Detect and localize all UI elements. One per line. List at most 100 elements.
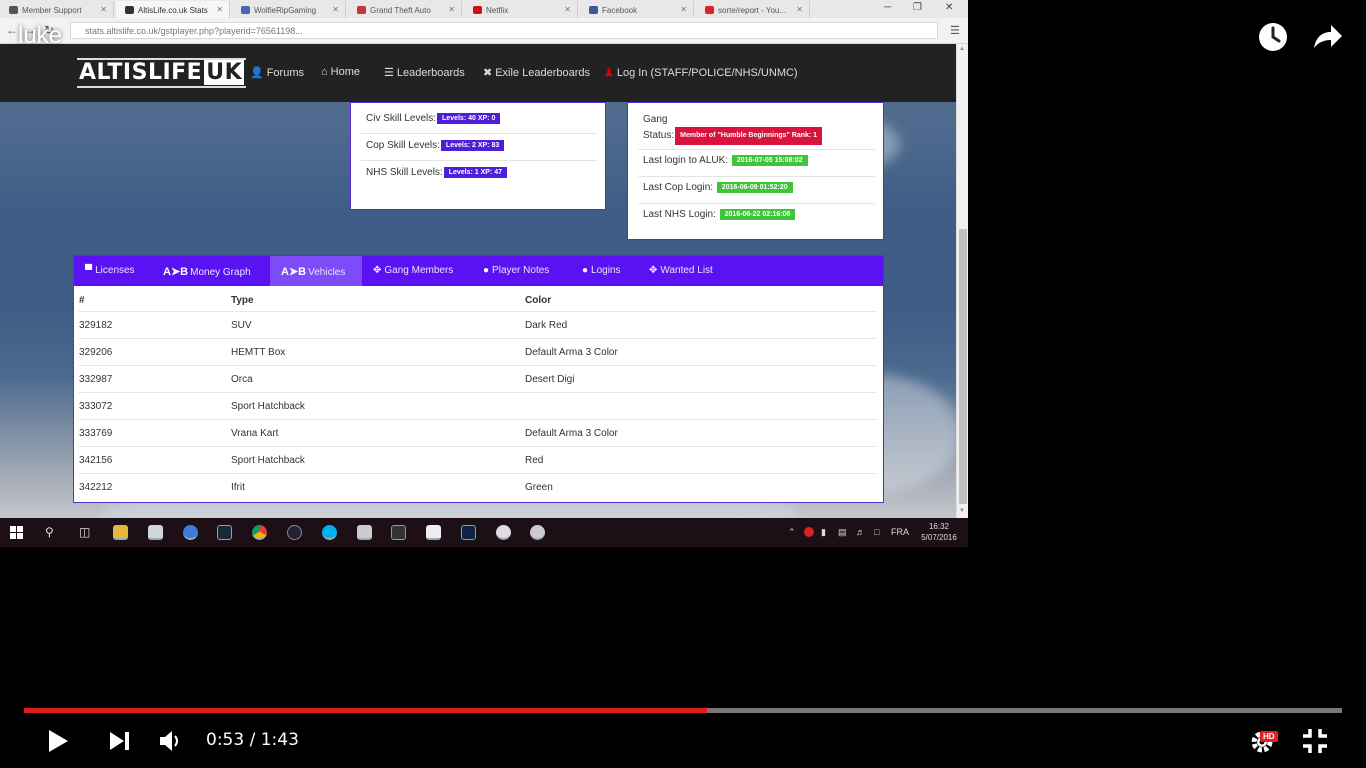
tab-logins[interactable]: ● Logins — [571, 256, 638, 286]
nav-link-log[interactable]: ♟ Log In (STAFF/POLICE/NHS/UNMC) — [604, 66, 798, 79]
window-close-icon[interactable]: ✕ — [945, 2, 953, 13]
nav-link-label: Log In (STAFF/POLICE/NHS/UNMC) — [616, 67, 798, 79]
table-row[interactable]: 329182 SUV Dark Red — [78, 311, 877, 338]
tab-close-icon[interactable]: ✕ — [680, 5, 687, 14]
tab-close-icon[interactable]: ✕ — [100, 5, 107, 14]
table-row[interactable]: 342156 Sport Hatchback Red — [78, 446, 877, 473]
window-minimize-icon[interactable]: ─ — [884, 2, 891, 13]
browser-tab-label: Grand Theft Auto — [370, 6, 431, 15]
watch-later-icon[interactable] — [1256, 20, 1290, 54]
back-icon[interactable]: ← — [6, 23, 18, 37]
nav-link-leaderboards[interactable]: ☰ Leaderboards — [384, 66, 465, 79]
video-progress-bar[interactable] — [24, 708, 1342, 713]
notifications-icon[interactable]: □ — [874, 527, 879, 537]
tab-licenses[interactable]: ▀ Licenses — [74, 256, 152, 286]
table-row[interactable]: 333769 Vrana Kart Default Arma 3 Color — [78, 419, 877, 446]
url-field[interactable]: stats.altislife.co.uk/gstplayer.php?play… — [70, 22, 938, 39]
tab-close-icon[interactable]: ✕ — [332, 5, 339, 14]
browser-tab[interactable]: Netflix ✕ — [464, 1, 578, 18]
duration: 1:43 — [260, 730, 299, 750]
network-app-icon[interactable] — [148, 525, 163, 540]
app-icon[interactable] — [183, 525, 198, 540]
language-indicator[interactable]: FRA — [891, 527, 909, 537]
site-logo[interactable]: ALTISLIFE UK — [77, 58, 247, 88]
app-icon[interactable] — [391, 525, 406, 540]
nhs-skill-label: NHS Skill Levels: — [366, 167, 443, 178]
table-row[interactable]: 332987 Orca Desert Digi — [78, 365, 877, 392]
tab-gang-members[interactable]: ✥ Gang Members — [362, 256, 472, 286]
tray-expand-icon[interactable]: ⌃ — [788, 527, 796, 538]
browser-tab[interactable]: sorte/report - You... ✕ — [696, 1, 810, 18]
vehicle-id-cell: 342212 — [79, 482, 113, 493]
browser-menu-icon[interactable]: ☰ — [950, 24, 960, 37]
tab-player-notes[interactable]: ● Player Notes — [472, 256, 571, 286]
last-cop-login-label: Last Cop Login: — [643, 182, 714, 193]
tab-close-icon[interactable]: ✕ — [564, 5, 571, 14]
tab-money-graph[interactable]: A➤B Money Graph — [152, 256, 270, 286]
next-icon[interactable] — [109, 731, 131, 751]
nav-link-exile[interactable]: ✖ Exile Leaderboards — [483, 66, 590, 79]
video-player[interactable]: Member Support ✕ AltisLife.co.uk Stats ✕ Wol… — [0, 0, 1366, 768]
table-row[interactable]: 329206 HEMTT Box Default Arma 3 Color — [78, 338, 877, 365]
video-progress-played — [24, 708, 707, 713]
nav-link-label: Forums — [266, 67, 304, 79]
volume-icon[interactable] — [158, 729, 184, 753]
tab-favicon-icon — [473, 6, 482, 14]
task-view-icon[interactable]: ◫ — [79, 525, 90, 539]
app-icon[interactable] — [461, 525, 476, 540]
app-icon[interactable] — [426, 525, 441, 540]
exit-fullscreen-icon[interactable] — [1302, 728, 1328, 754]
browser-tab[interactable]: AltisLife.co.uk Stats ✕ — [116, 1, 230, 18]
nav-link-home[interactable]: ⌂ Home — [321, 66, 360, 78]
browser-tab[interactable]: Grand Theft Auto ✕ — [348, 1, 462, 18]
app-icon[interactable] — [496, 525, 511, 540]
tab-wanted-list[interactable]: ✥ Wanted List — [638, 256, 723, 286]
scroll-down-icon[interactable]: ▼ — [959, 508, 965, 514]
tab-close-icon[interactable]: ✕ — [448, 5, 455, 14]
search-icon[interactable]: ⚲ — [45, 525, 54, 539]
browser-tab[interactable]: Member Support ✕ — [0, 1, 114, 18]
taskbar-clock[interactable]: 16:32 5/07/2016 — [914, 521, 964, 543]
network-icon[interactable]: ▤ — [838, 527, 847, 538]
chrome-icon[interactable] — [252, 525, 267, 540]
browser-tab[interactable]: WolfieRipGaming ✕ — [232, 1, 346, 18]
battery-icon[interactable]: ▮ — [821, 527, 826, 538]
share-icon[interactable] — [1310, 20, 1344, 54]
video-time-display: 0:53 / 1:43 — [206, 730, 299, 750]
tab-label: Vehicles — [308, 267, 346, 278]
hd-badge: HD — [1260, 731, 1278, 742]
window-restore-icon[interactable]: ❐ — [913, 2, 922, 13]
video-title[interactable]: luke — [18, 22, 62, 50]
last-login-label: Last login to ALUK: — [643, 155, 729, 166]
app-icon[interactable] — [287, 525, 302, 540]
tray-app-icon[interactable] — [804, 527, 814, 537]
vehicle-type-cell: HEMTT Box — [231, 347, 286, 358]
scroll-up-icon[interactable]: ▲ — [959, 46, 965, 52]
app-icon[interactable] — [357, 525, 372, 540]
windows-start-icon[interactable] — [10, 526, 23, 539]
home-icon: ⌂ — [321, 66, 328, 78]
table-row[interactable]: 333072 Sport Hatchback — [78, 392, 877, 419]
page-scrollbar[interactable]: ▲ ▼ — [956, 44, 968, 518]
user-icon: 👤 — [250, 67, 264, 79]
file-explorer-icon[interactable] — [113, 525, 128, 540]
skype-icon[interactable] — [322, 525, 337, 540]
clock-time: 16:32 — [928, 522, 950, 531]
tab-close-icon[interactable]: ✕ — [796, 5, 803, 14]
player-notes-icon: ● — [483, 265, 490, 276]
tab-vehicles[interactable]: A➤B Vehicles — [270, 256, 362, 286]
browser-tab-label: AltisLife.co.uk Stats — [138, 6, 208, 15]
app-icon[interactable] — [530, 525, 545, 540]
volume-tray-icon[interactable]: ♬ — [856, 527, 865, 537]
panel-tab-bar: ▀ Licenses A➤B Money Graph A➤B Vehicles ✥ Gang … — [74, 256, 883, 286]
divider — [361, 133, 597, 134]
table-row[interactable]: 342212 Ifrit Green — [78, 473, 877, 500]
divider — [638, 149, 875, 150]
clock-date: 5/07/2016 — [921, 533, 957, 542]
nav-link-forums[interactable]: 👤 Forums — [250, 66, 304, 79]
steam-icon[interactable] — [217, 525, 232, 540]
browser-tab[interactable]: Facebook ✕ — [580, 1, 694, 18]
tab-close-icon[interactable]: ✕ — [216, 5, 223, 14]
scrollbar-thumb[interactable] — [959, 229, 967, 504]
play-icon[interactable] — [46, 728, 70, 754]
